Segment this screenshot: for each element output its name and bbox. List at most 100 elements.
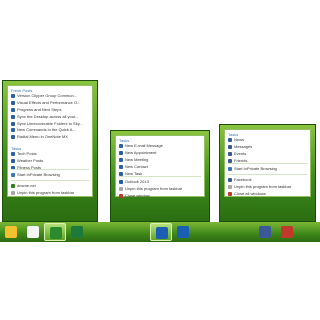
jumplist-dnsme: Fresh Posts Version Clipper Group Commun.… — [2, 80, 98, 222]
page-icon — [11, 135, 15, 140]
jumplist-item[interactable]: Progress and Next Steps — [11, 107, 89, 114]
jumplist-footer-label: Unpin this program from taskbar — [234, 184, 292, 190]
jumplist-footer-item[interactable]: Unpin this program from taskbar — [11, 190, 89, 197]
close-icon — [119, 193, 123, 198]
jumplist-menu: Fresh Posts Version Clipper Group Commun.… — [7, 85, 93, 197]
globe-icon — [50, 227, 62, 239]
jumplist-item[interactable]: New Commands in the Quick A... — [11, 127, 89, 134]
page-icon — [11, 94, 15, 99]
jumplist-item[interactable]: Weather Posts — [11, 158, 89, 165]
jumplist-footer-label: Unpin this program from taskbar — [125, 186, 183, 192]
inprivate-label: Start InPrivate Browsing — [17, 172, 60, 178]
meeting-icon — [119, 157, 123, 162]
jumplist-item[interactable]: Messages — [228, 144, 307, 151]
jumplist-footer-item[interactable]: Outlook 2013 — [119, 179, 201, 186]
jumplist-outlook: Tasks New E-mail Message New Appointment Ne… — [110, 130, 210, 222]
jumplist-group: Tasks News Messages Events Friends — [228, 132, 307, 164]
jumplist-footer-label: Close all windows — [234, 190, 266, 196]
jumplist-footer-item[interactable]: dnsme.net — [11, 183, 89, 190]
separator — [119, 176, 201, 177]
jumplist-item-label: Fitness Posts — [17, 164, 42, 170]
jumplist-footer-item[interactable]: Unpin this program from taskbar — [119, 186, 201, 193]
taskbar — [0, 222, 320, 242]
site-icon — [27, 226, 39, 238]
jumplist-item-label: News — [234, 137, 245, 143]
separator — [11, 180, 89, 181]
jumplist-item-label: Events — [234, 150, 247, 156]
site-pinned-button[interactable] — [22, 223, 44, 241]
jumplist-footer-label: Close window — [125, 192, 150, 198]
facebook-button[interactable] — [254, 223, 276, 241]
jumplist-footer-item[interactable]: Unpin this program from taskbar — [228, 184, 307, 191]
inprivate-item[interactable]: Start InPrivate Browsing — [11, 172, 89, 179]
jumplist-item[interactable]: Sync Unrecoverable Folders to Sky... — [11, 120, 89, 127]
jumplist-group: Tasks Tech Posts Weather Posts Fitness Post… — [11, 146, 89, 171]
jumplist-item[interactable]: Version Clipper Group Commun... — [11, 93, 89, 100]
unpin-icon — [11, 191, 15, 196]
page-icon — [11, 114, 15, 119]
photos-icon — [281, 226, 293, 238]
jumplist-item-label: Sync Unrecoverable Folders to Sky... — [17, 120, 83, 126]
jumplist-item[interactable]: Sync the Desktop across all your... — [11, 113, 89, 120]
inprivate-label: Start InPrivate Browsing — [234, 166, 277, 172]
jumplist-item[interactable]: Events — [228, 151, 307, 158]
jumplist-item[interactable]: News — [228, 137, 307, 144]
jumplist-footer: dnsme.net Unpin this program from taskbar — [11, 183, 89, 197]
jumplist-item-label: Version Clipper Group Commun... — [17, 93, 78, 99]
jumplist-item[interactable]: Visual Effects and Performance O... — [11, 100, 89, 107]
page-icon — [11, 121, 15, 126]
star-icon — [11, 159, 15, 164]
task-icon — [119, 171, 123, 176]
jumplist-item-label: New Appointment — [125, 150, 157, 156]
outlook-button[interactable] — [150, 223, 172, 241]
jumplist-item-label: New Meeting — [125, 156, 149, 162]
separator — [228, 174, 307, 175]
excel-button[interactable] — [66, 223, 88, 241]
jumplist-footer-label: Facebook — [234, 177, 252, 183]
inprivate-icon — [11, 173, 15, 178]
inprivate-item[interactable]: Start InPrivate Browsing — [228, 166, 307, 173]
ie-icon — [5, 226, 17, 238]
inprivate-icon — [228, 167, 232, 172]
jumplist-item-label: New Contact — [125, 163, 148, 169]
outlook-icon — [177, 226, 189, 238]
jumplist-footer: Outlook 2013 Unpin this program from task… — [119, 179, 201, 199]
jumplist-item[interactable]: Radial Menu in OneNote MX — [11, 134, 89, 141]
jumplist-item[interactable]: New Appointment — [119, 150, 201, 157]
separator — [11, 169, 89, 170]
excel-icon — [71, 226, 83, 238]
jumplist-menu: Tasks New E-mail Message New Appointment Ne… — [115, 135, 205, 199]
news-icon — [228, 138, 232, 143]
jumplist-footer-item[interactable]: Close all windows — [228, 191, 307, 198]
dnsme-pinned-button[interactable] — [44, 223, 66, 241]
events-icon — [228, 151, 232, 156]
mail-icon — [119, 144, 123, 149]
jumplist-item-label: New E-mail Message — [125, 143, 163, 149]
jumplist-item[interactable]: Tech Posts — [11, 151, 89, 158]
outlook-taskbar-button[interactable] — [172, 223, 194, 241]
jumplist-group: Tasks New E-mail Message New Appointment Ne… — [119, 138, 201, 177]
close-icon — [228, 191, 232, 196]
ie-pinned-button[interactable] — [0, 223, 22, 241]
outlook-icon — [156, 227, 168, 239]
site-icon — [11, 184, 15, 189]
jumplist-footer-item[interactable]: Facebook — [228, 177, 307, 184]
jumplist-item-label: Radial Menu in OneNote MX — [17, 134, 68, 140]
jumplist-item[interactable]: New E-mail Message — [119, 143, 201, 150]
jumplist-footer-item[interactable]: Close window — [119, 193, 201, 200]
unpin-icon — [228, 185, 232, 190]
page-icon — [11, 128, 15, 133]
jumplist-footer-label: Outlook 2013 — [125, 179, 149, 185]
jumplist-item-label: New Commands in the Quick A... — [17, 127, 76, 133]
jumplist-menu: Tasks News Messages Events Friends Start InPr… — [224, 129, 311, 197]
facebook-icon — [259, 226, 271, 238]
jumplist-item-label: Weather Posts — [17, 158, 44, 164]
jumplist-item[interactable]: New Meeting — [119, 157, 201, 164]
jumplist-item[interactable]: Fitness Posts — [11, 165, 89, 172]
page-icon — [11, 101, 15, 106]
jumplist-item-label: Messages — [234, 144, 253, 150]
page-icon — [11, 107, 15, 112]
photos-button[interactable] — [276, 223, 298, 241]
jumplist-item[interactable]: New Contact — [119, 163, 201, 170]
unpin-icon — [119, 187, 123, 192]
